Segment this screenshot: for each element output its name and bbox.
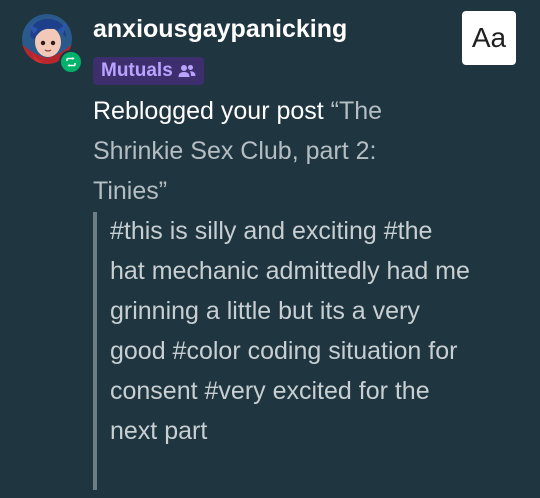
avatar[interactable] [22, 14, 83, 74]
reblog-tags: #this is silly and exciting #the hat mec… [110, 217, 470, 445]
mutuals-badge: Mutuals [93, 57, 204, 85]
mutuals-label: Mutuals [101, 60, 173, 81]
reblog-icon [59, 50, 83, 74]
text-size-button[interactable]: Aa [462, 11, 516, 65]
username[interactable]: anxiousgaypanicking [93, 15, 347, 44]
quote-bar [93, 212, 97, 490]
notification-text: Reblogged your post “The Shrinkie Sex Cl… [93, 91, 453, 211]
people-icon [178, 65, 196, 77]
notification-prefix: Reblogged your post [93, 97, 331, 125]
